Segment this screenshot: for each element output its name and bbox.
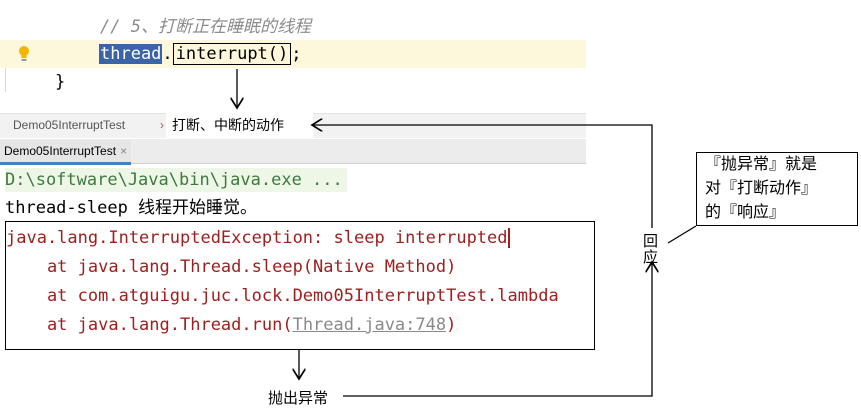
code-dot: . <box>162 44 173 64</box>
tab-label: Demo05InterruptTest <box>4 144 117 158</box>
stack-frame: at java.lang.Thread.sleep(Native Method) <box>6 257 457 277</box>
callout-line: 对『打断动作』 <box>705 180 818 197</box>
closing-brace: } <box>55 72 66 92</box>
throw-exception-label: 抛出异常 <box>268 390 329 407</box>
breadcrumb-item-class[interactable]: Demo05InterruptTest <box>13 118 125 132</box>
exception-line: java.lang.InterruptedException: sleep in… <box>6 226 510 250</box>
stack-frame-text: at java.lang.Thread.run( <box>6 315 293 335</box>
stack-frame: at com.atguigu.juc.lock.Demo05InterruptT… <box>6 286 559 306</box>
callout-line: 的『响应』 <box>705 204 786 221</box>
response-callout: 『抛异常』就是 对『打断动作』 的『响应』 <box>696 152 858 226</box>
stack-source-link[interactable]: Thread.java:748 <box>293 315 447 335</box>
code-comment: // 5、打断正在睡眠的线程 <box>100 17 311 37</box>
exception-text: java.lang.InterruptedException: sleep in… <box>6 228 508 248</box>
console-command-line: D:\software\Java\bin\java.exe ... <box>5 168 347 192</box>
text-caret <box>507 228 510 248</box>
close-icon[interactable]: × <box>120 144 127 158</box>
exception-box: java.lang.InterruptedException: sleep in… <box>5 221 595 350</box>
stack-frame-tail: ) <box>446 315 457 335</box>
code-line-interrupt[interactable]: thread. interrupt(); <box>99 42 302 66</box>
respond-label-2: 应 <box>643 249 659 266</box>
code-semicolon: ; <box>291 44 302 64</box>
lightbulb-icon[interactable] <box>17 45 31 63</box>
stack-frame: at java.lang.Thread.run(Thread.java:748) <box>6 313 456 337</box>
selected-token-thread[interactable]: thread <box>99 44 163 64</box>
interrupt-call-box[interactable]: interrupt() <box>172 43 292 65</box>
callout-pointer <box>667 225 697 244</box>
annotation-interrupt-action: 打断、中断的动作 <box>166 111 313 139</box>
console-output-line: thread-sleep 线程开始睡觉。 <box>5 198 258 218</box>
breadcrumb-separator: › <box>160 118 164 132</box>
tab-run-demo05[interactable]: Demo05InterruptTest × <box>0 140 132 165</box>
callout-line: 『抛异常』就是 <box>705 156 818 173</box>
